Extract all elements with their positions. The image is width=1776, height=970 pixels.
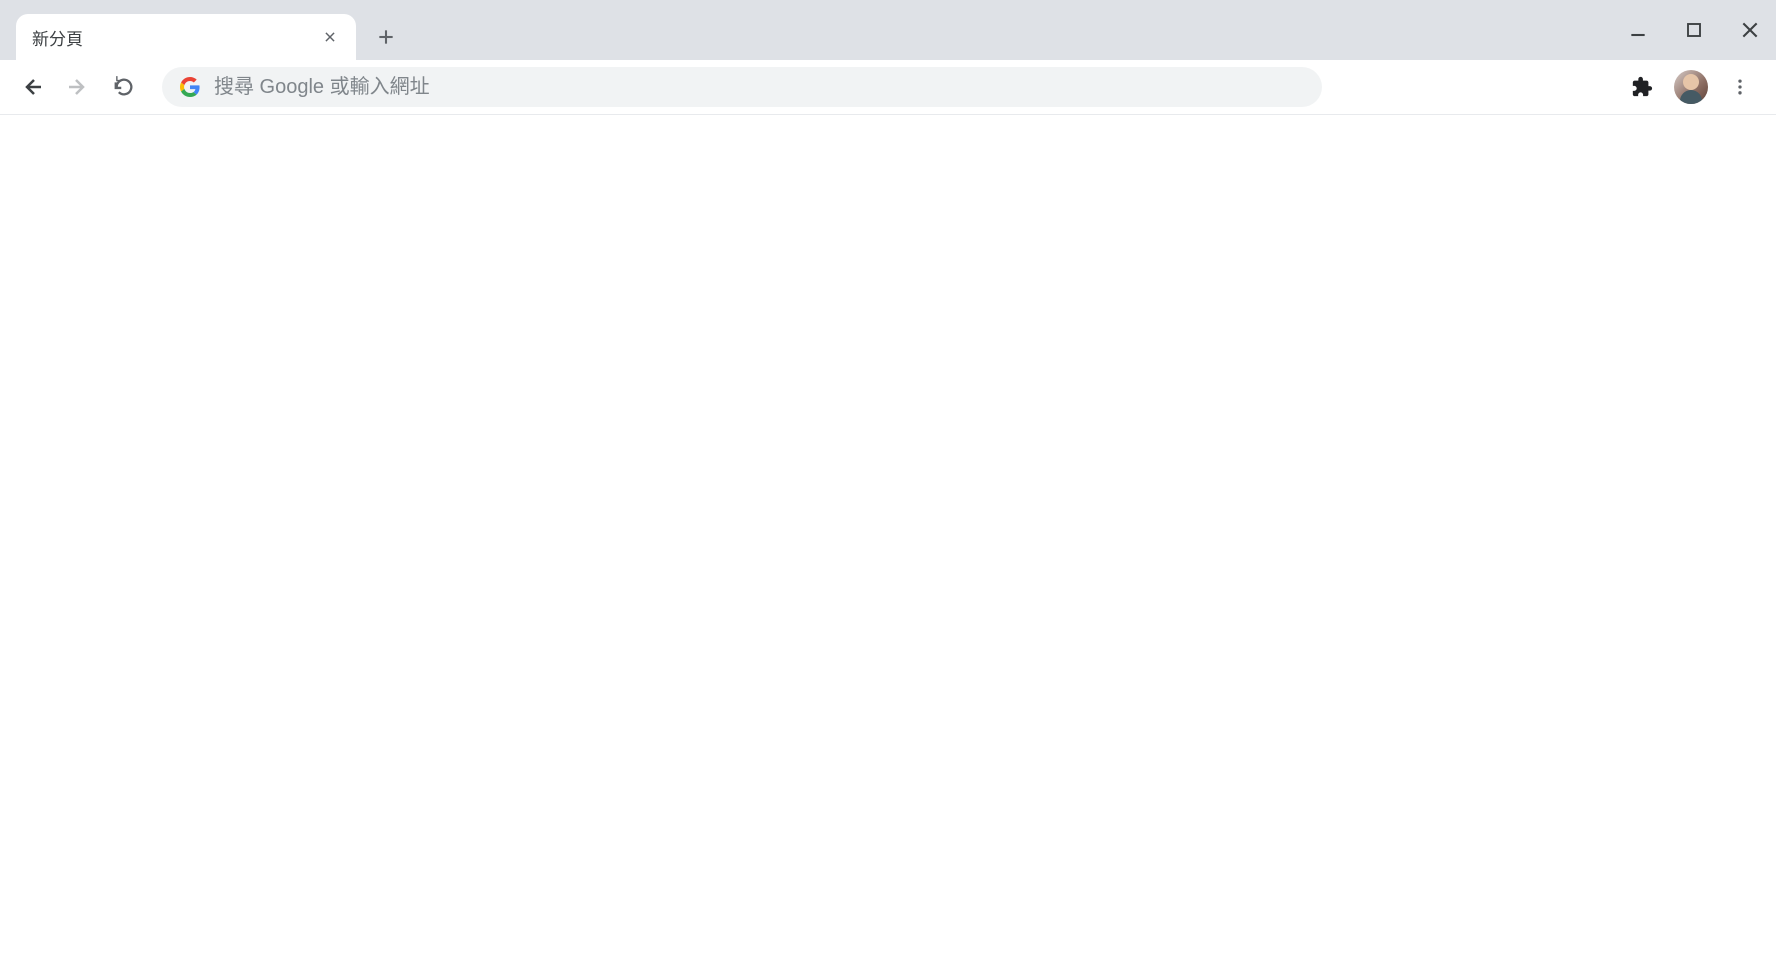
google-g-icon <box>180 77 200 97</box>
chrome-menu-button[interactable] <box>1722 69 1758 105</box>
page-content <box>0 115 1776 970</box>
back-button[interactable] <box>12 67 52 107</box>
address-bar[interactable] <box>162 67 1322 107</box>
close-window-button[interactable] <box>1736 16 1764 44</box>
back-arrow-icon <box>20 75 44 99</box>
toolbar-right <box>1624 69 1764 105</box>
plus-icon <box>376 27 396 47</box>
reload-button[interactable] <box>104 67 144 107</box>
close-icon <box>1740 20 1760 40</box>
browser-tab[interactable]: 新分頁 <box>16 14 356 60</box>
browser-titlebar: 新分頁 <box>0 0 1776 60</box>
forward-arrow-icon <box>66 75 90 99</box>
maximize-icon <box>1685 21 1703 39</box>
forward-button[interactable] <box>58 67 98 107</box>
minimize-button[interactable] <box>1624 16 1652 44</box>
browser-toolbar <box>0 60 1776 115</box>
profile-avatar[interactable] <box>1674 70 1708 104</box>
extensions-button[interactable] <box>1624 69 1660 105</box>
puzzle-piece-icon <box>1631 76 1653 98</box>
close-tab-button[interactable] <box>320 27 340 47</box>
reload-icon <box>113 76 135 98</box>
new-tab-button[interactable] <box>368 19 404 55</box>
maximize-button[interactable] <box>1680 16 1708 44</box>
close-icon <box>323 30 337 44</box>
address-input[interactable] <box>214 76 1304 99</box>
minimize-icon <box>1628 20 1648 40</box>
tab-title: 新分頁 <box>32 25 320 50</box>
window-controls <box>1624 0 1764 60</box>
more-vertical-icon <box>1730 77 1750 97</box>
